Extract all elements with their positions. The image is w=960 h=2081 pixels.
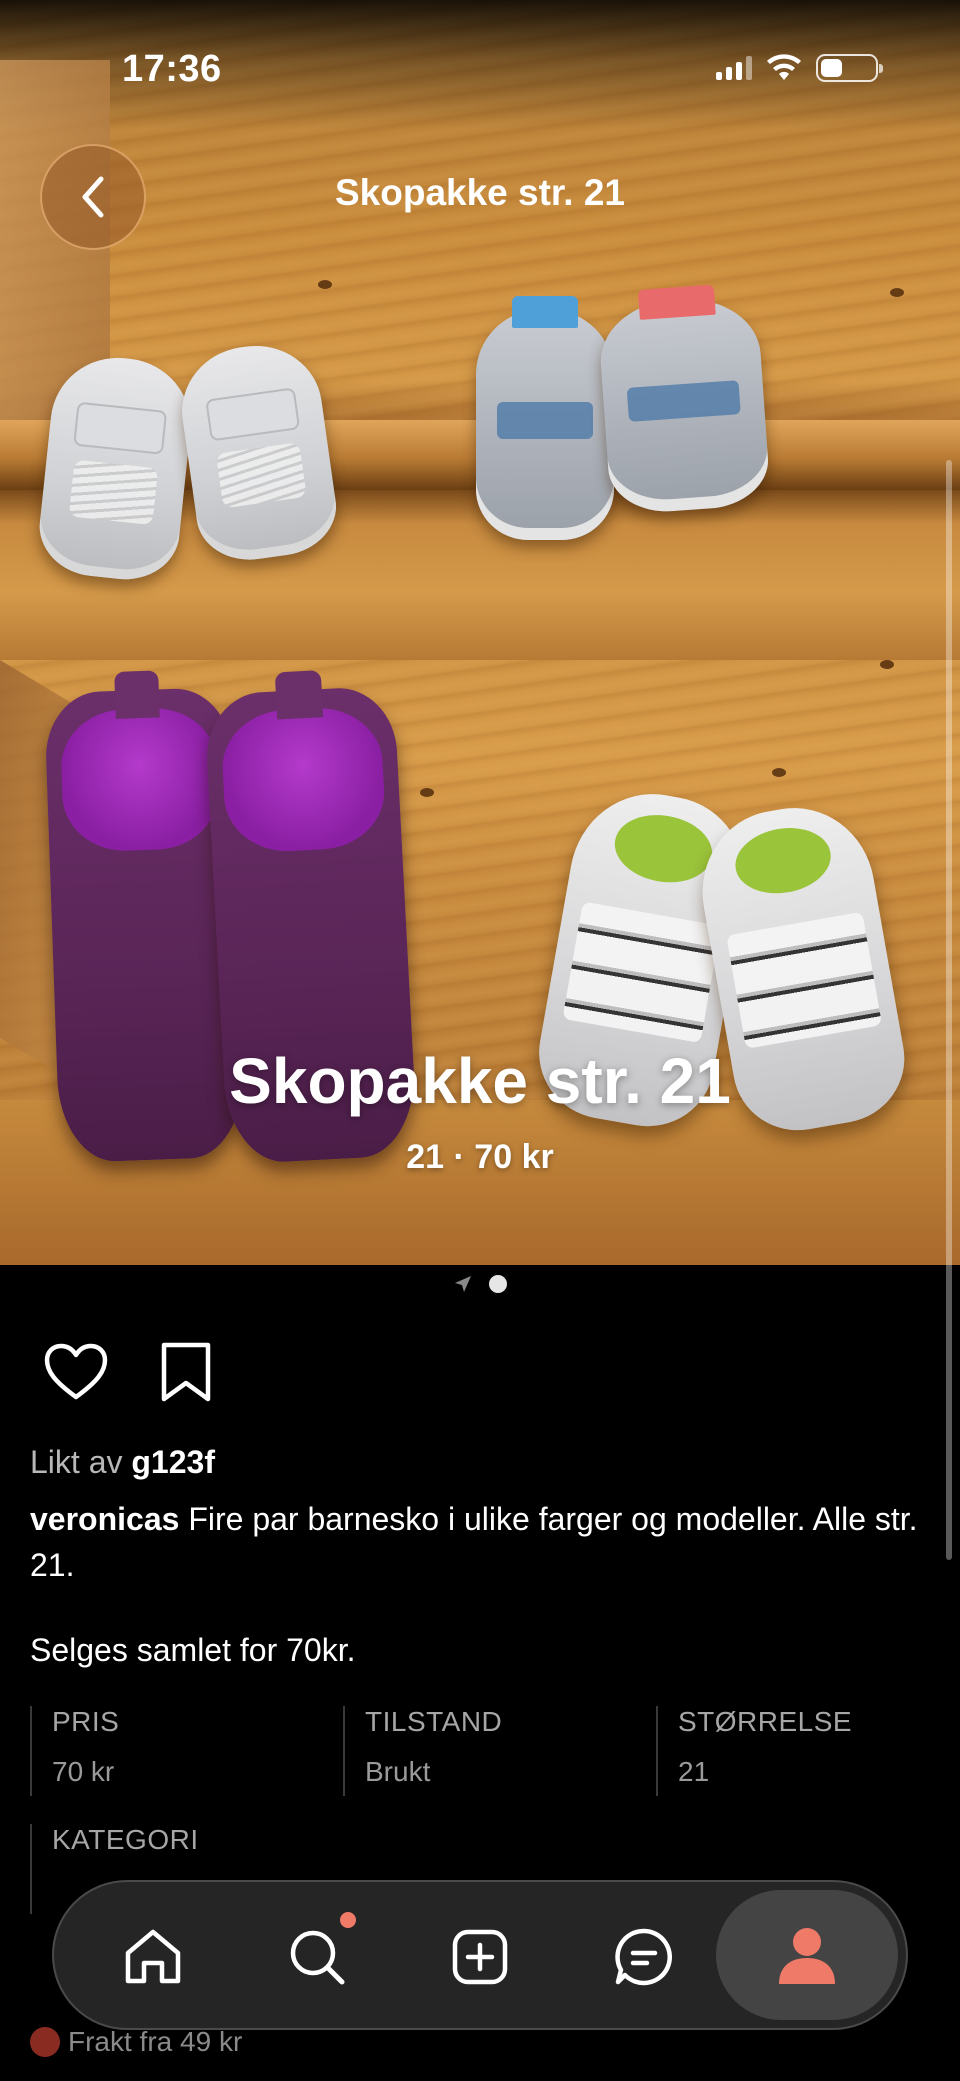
notification-dot bbox=[340, 1912, 356, 1928]
add-icon bbox=[452, 1929, 508, 1985]
battery-icon bbox=[816, 54, 883, 82]
search-icon bbox=[290, 1930, 345, 1985]
author-name[interactable]: veronicas bbox=[30, 1501, 179, 1537]
action-bar bbox=[44, 1340, 218, 1404]
status-icons bbox=[716, 54, 883, 82]
detail-size: STØRRELSE 21 bbox=[656, 1706, 852, 1796]
bottom-nav bbox=[52, 1880, 908, 2030]
scrollbar[interactable] bbox=[946, 460, 952, 1560]
wood-knot bbox=[890, 288, 904, 297]
detail-label: TILSTAND bbox=[365, 1706, 503, 1737]
detail-condition: TILSTAND Brukt bbox=[343, 1706, 502, 1796]
detail-label: STØRRELSE bbox=[678, 1706, 853, 1737]
wood-knot bbox=[318, 280, 332, 289]
pager-dot-active[interactable] bbox=[489, 1275, 507, 1293]
wood-knot bbox=[880, 660, 894, 669]
status-time: 17:36 bbox=[122, 48, 222, 90]
save-button[interactable] bbox=[154, 1340, 218, 1404]
like-button[interactable] bbox=[44, 1340, 108, 1404]
location-arrow-icon bbox=[455, 1276, 471, 1292]
liked-prefix: Likt av bbox=[30, 1444, 123, 1480]
signal-icon bbox=[716, 56, 752, 80]
wood-knot bbox=[772, 768, 786, 777]
nav-messages[interactable] bbox=[595, 1908, 693, 2006]
wifi-icon bbox=[767, 54, 801, 80]
heart-icon bbox=[44, 1343, 108, 1400]
detail-value: 70 kr bbox=[52, 1756, 115, 1787]
home-icon bbox=[125, 1929, 181, 1984]
bookmark-icon bbox=[161, 1342, 211, 1402]
description-extra: Selges samlet for 70kr. bbox=[30, 1632, 356, 1668]
shoe-silver-sneaker bbox=[476, 296, 614, 540]
nav-home[interactable] bbox=[104, 1908, 202, 2006]
page-title: Skopakke str. 21 bbox=[334, 172, 626, 213]
listing-description: veronicas Fire par barnesko i ulike farg… bbox=[30, 1496, 930, 1588]
detail-label: PRIS bbox=[52, 1706, 120, 1737]
shipping-icon bbox=[30, 2027, 60, 2057]
shipping-label: Frakt fra 49 kr bbox=[68, 2026, 243, 2057]
detail-value: 21 bbox=[678, 1756, 710, 1787]
shipping-row: Frakt fra 49 kr bbox=[30, 2026, 242, 2058]
nav-search[interactable] bbox=[268, 1908, 366, 2006]
messages-icon bbox=[615, 1928, 673, 1986]
shoe-silver-sneaker bbox=[596, 294, 772, 516]
detail-value: Brukt bbox=[365, 1756, 431, 1787]
detail-price: PRIS 70 kr bbox=[30, 1706, 119, 1796]
photo-overlay-subtitle: 21 · 70 kr bbox=[406, 1138, 554, 1176]
liked-by: Likt av g123f bbox=[30, 1444, 215, 1481]
detail-label: KATEGORI bbox=[52, 1824, 199, 1855]
wood-knot bbox=[420, 788, 434, 797]
nav-profile[interactable] bbox=[716, 1890, 898, 2020]
photo-overlay-title: Skopakke str. 21 bbox=[229, 1045, 731, 1117]
profile-icon bbox=[779, 1928, 835, 1984]
nav-add[interactable] bbox=[431, 1908, 529, 2006]
photo-pager[interactable] bbox=[0, 1274, 960, 1294]
liked-user[interactable]: g123f bbox=[131, 1444, 215, 1480]
